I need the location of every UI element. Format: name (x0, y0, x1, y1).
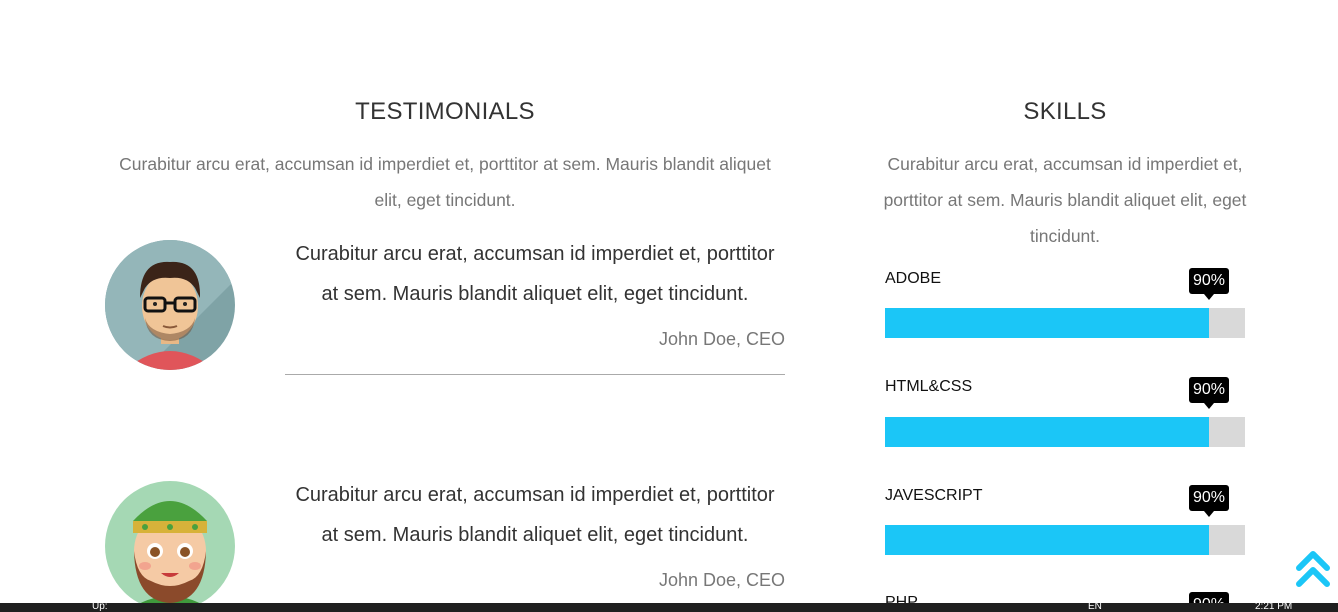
skill-progress-fill (885, 417, 1209, 447)
skill-percent-tooltip: 90% (1189, 377, 1229, 409)
testimonial-quote: Curabitur arcu erat, accumsan id imperdi… (295, 243, 775, 305)
skill-label-javascript: JAVESCRIPT (885, 487, 983, 504)
testimonials-intro: Curabitur arcu erat, accumsan id imperdi… (119, 154, 771, 210)
scroll-to-top-button[interactable] (1296, 548, 1330, 590)
avatar-bearded-man-hat (105, 481, 235, 611)
skill-progress-fill (885, 308, 1209, 338)
skill-percent-tooltip: 90% (1189, 268, 1229, 300)
skill-progress-bar (885, 308, 1245, 338)
taskbar-language[interactable]: EN (1088, 603, 1102, 612)
testimonial-author: John Doe, CEO (658, 329, 785, 349)
skill-label-adobe: ADOBE (885, 270, 942, 287)
avatar-man-glasses (105, 240, 235, 370)
testimonial-divider (285, 374, 785, 375)
skill-percent-tooltip: 90% (1189, 485, 1229, 517)
skill-progress-bar (885, 417, 1245, 447)
testimonials-title: TESTIMONIALS (355, 98, 535, 125)
taskbar-clock: 2:21 PM (1255, 603, 1293, 612)
testimonial-author: John Doe, CEO (658, 570, 785, 590)
double-chevron-up-icon (1296, 551, 1330, 587)
skills-intro: Curabitur arcu erat, accumsan id imperdi… (883, 154, 1247, 246)
skill-progress-fill (885, 525, 1209, 555)
skill-label-html-css: HTML&CSS (885, 378, 973, 395)
taskbar-left-text: Up: (92, 603, 108, 612)
skills-title: SKILLS (1023, 98, 1107, 125)
taskbar: Up: EN 2:21 PM (0, 603, 1338, 612)
skill-progress-bar (885, 525, 1245, 555)
testimonial-quote: Curabitur arcu erat, accumsan id imperdi… (295, 484, 775, 546)
